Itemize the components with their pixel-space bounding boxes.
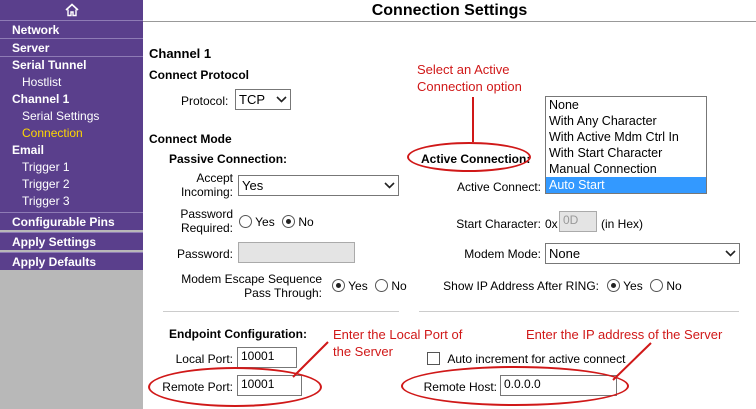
sidebar-item-apply-settings[interactable]: Apply Settings [0,232,143,250]
sidebar-item-configurable-pins[interactable]: Configurable Pins [0,212,143,230]
sidebar-item-hostlist[interactable]: Hostlist [0,74,143,91]
sidebar-item-channel-1[interactable]: Channel 1 [0,91,143,108]
home-icon [64,3,79,17]
sidebar-item-trigger-3[interactable]: Trigger 3 [0,193,143,210]
sidebar-item-serial-tunnel[interactable]: Serial Tunnel [0,57,143,74]
annotation-line-local [292,341,329,378]
sidebar-item-apply-defaults[interactable]: Apply Defaults [0,252,143,270]
annotation-line-ip [612,342,652,381]
sidebar-item-email[interactable]: Email [0,142,143,159]
sidebar-item-connection[interactable]: Connection [0,125,143,142]
sidebar: Network Server Serial Tunnel Hostlist Ch… [0,0,143,409]
sidebar-item-server[interactable]: Server [0,38,143,56]
sidebar-item-trigger-2[interactable]: Trigger 2 [0,176,143,193]
sidebar-item-serial-settings[interactable]: Serial Settings [0,108,143,125]
sidebar-item-trigger-1[interactable]: Trigger 1 [0,159,143,176]
sidebar-item-network[interactable]: Network [0,20,143,38]
sidebar-serial-tunnel-group: Serial Tunnel Hostlist Channel 1 Serial … [0,56,143,212]
home-button[interactable] [0,0,143,20]
main-content: Connection Settings Channel 1 Connect Pr… [143,0,756,409]
annotation-lines [292,97,652,381]
